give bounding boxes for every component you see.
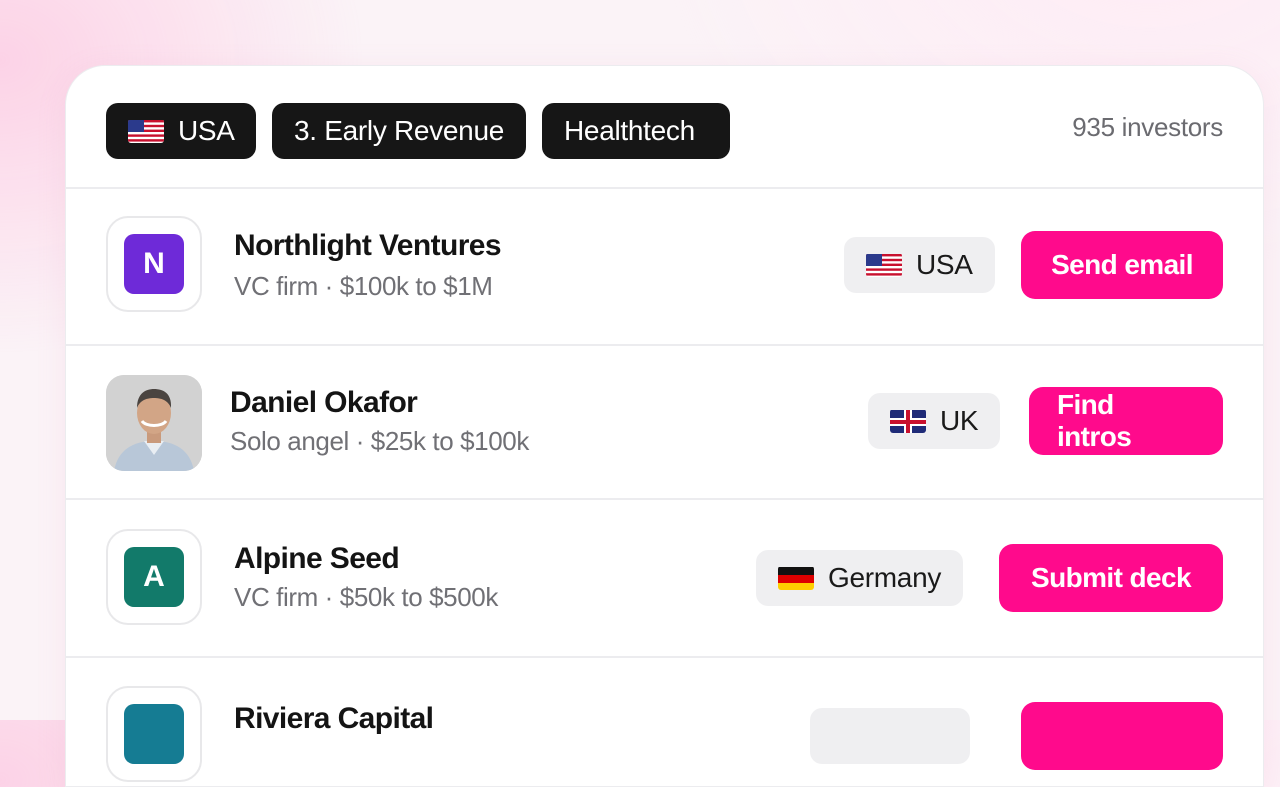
us-flag-icon — [866, 253, 902, 277]
investor-row[interactable]: Riviera Capital — [66, 656, 1263, 786]
germany-flag-icon — [778, 566, 814, 590]
filter-bar: USA 3. Early Revenue Healthtech 935 inve… — [66, 66, 1263, 189]
logo-letter — [124, 704, 184, 764]
logo-letter: N — [124, 234, 184, 294]
location-badge: Germany — [756, 550, 964, 606]
send-email-button[interactable]: Send email — [1021, 231, 1223, 299]
investor-logo: N — [106, 216, 202, 312]
investor-logo: A — [106, 529, 202, 625]
investor-logo — [106, 686, 202, 782]
location-label: UK — [940, 405, 979, 436]
investor-meta: Solo angel · $25k to $100k — [230, 426, 529, 456]
filter-chip-sector[interactable]: Healthtech — [542, 103, 730, 159]
investor-name: Daniel Okafor — [230, 386, 418, 419]
filter-chip-country-label: USA — [178, 115, 235, 146]
investor-row[interactable]: N Northlight Ventures VC firm · $100k to… — [66, 187, 1263, 346]
submit-deck-button[interactable]: Submit deck — [999, 544, 1223, 612]
location-badge — [810, 708, 970, 764]
filter-chip-sector-label: Healthtech — [564, 115, 695, 146]
location-label: USA — [916, 249, 973, 280]
investor-meta: VC firm · $50k to $500k — [234, 582, 498, 612]
investor-name: Riviera Capital — [234, 702, 434, 735]
investor-row[interactable]: A Alpine Seed VC firm · $50k to $500k Ge… — [66, 498, 1263, 658]
filter-chip-country[interactable]: USA — [106, 103, 256, 159]
filter-chip-stage-label: 3. Early Revenue — [294, 115, 504, 146]
investor-count: 935 investors — [1072, 112, 1223, 142]
avatar — [106, 375, 202, 471]
investor-meta: VC firm · $100k to $1M — [234, 271, 493, 301]
uk-flag-icon — [890, 409, 926, 433]
us-flag-icon — [128, 119, 164, 143]
location-label: Germany — [828, 562, 942, 593]
investor-name: Northlight Ventures — [234, 229, 502, 262]
find-intros-button[interactable]: Find intros — [1029, 387, 1223, 455]
logo-letter: A — [124, 547, 184, 607]
location-badge: USA — [844, 237, 995, 293]
investor-name: Alpine Seed — [234, 542, 400, 575]
filter-chip-stage[interactable]: 3. Early Revenue — [272, 103, 526, 159]
investor-row[interactable]: Daniel Okafor Solo angel · $25k to $100k… — [66, 344, 1263, 500]
action-button[interactable] — [1021, 702, 1223, 770]
investor-list-card: USA 3. Early Revenue Healthtech 935 inve… — [65, 65, 1264, 787]
location-badge: UK — [868, 393, 1001, 449]
